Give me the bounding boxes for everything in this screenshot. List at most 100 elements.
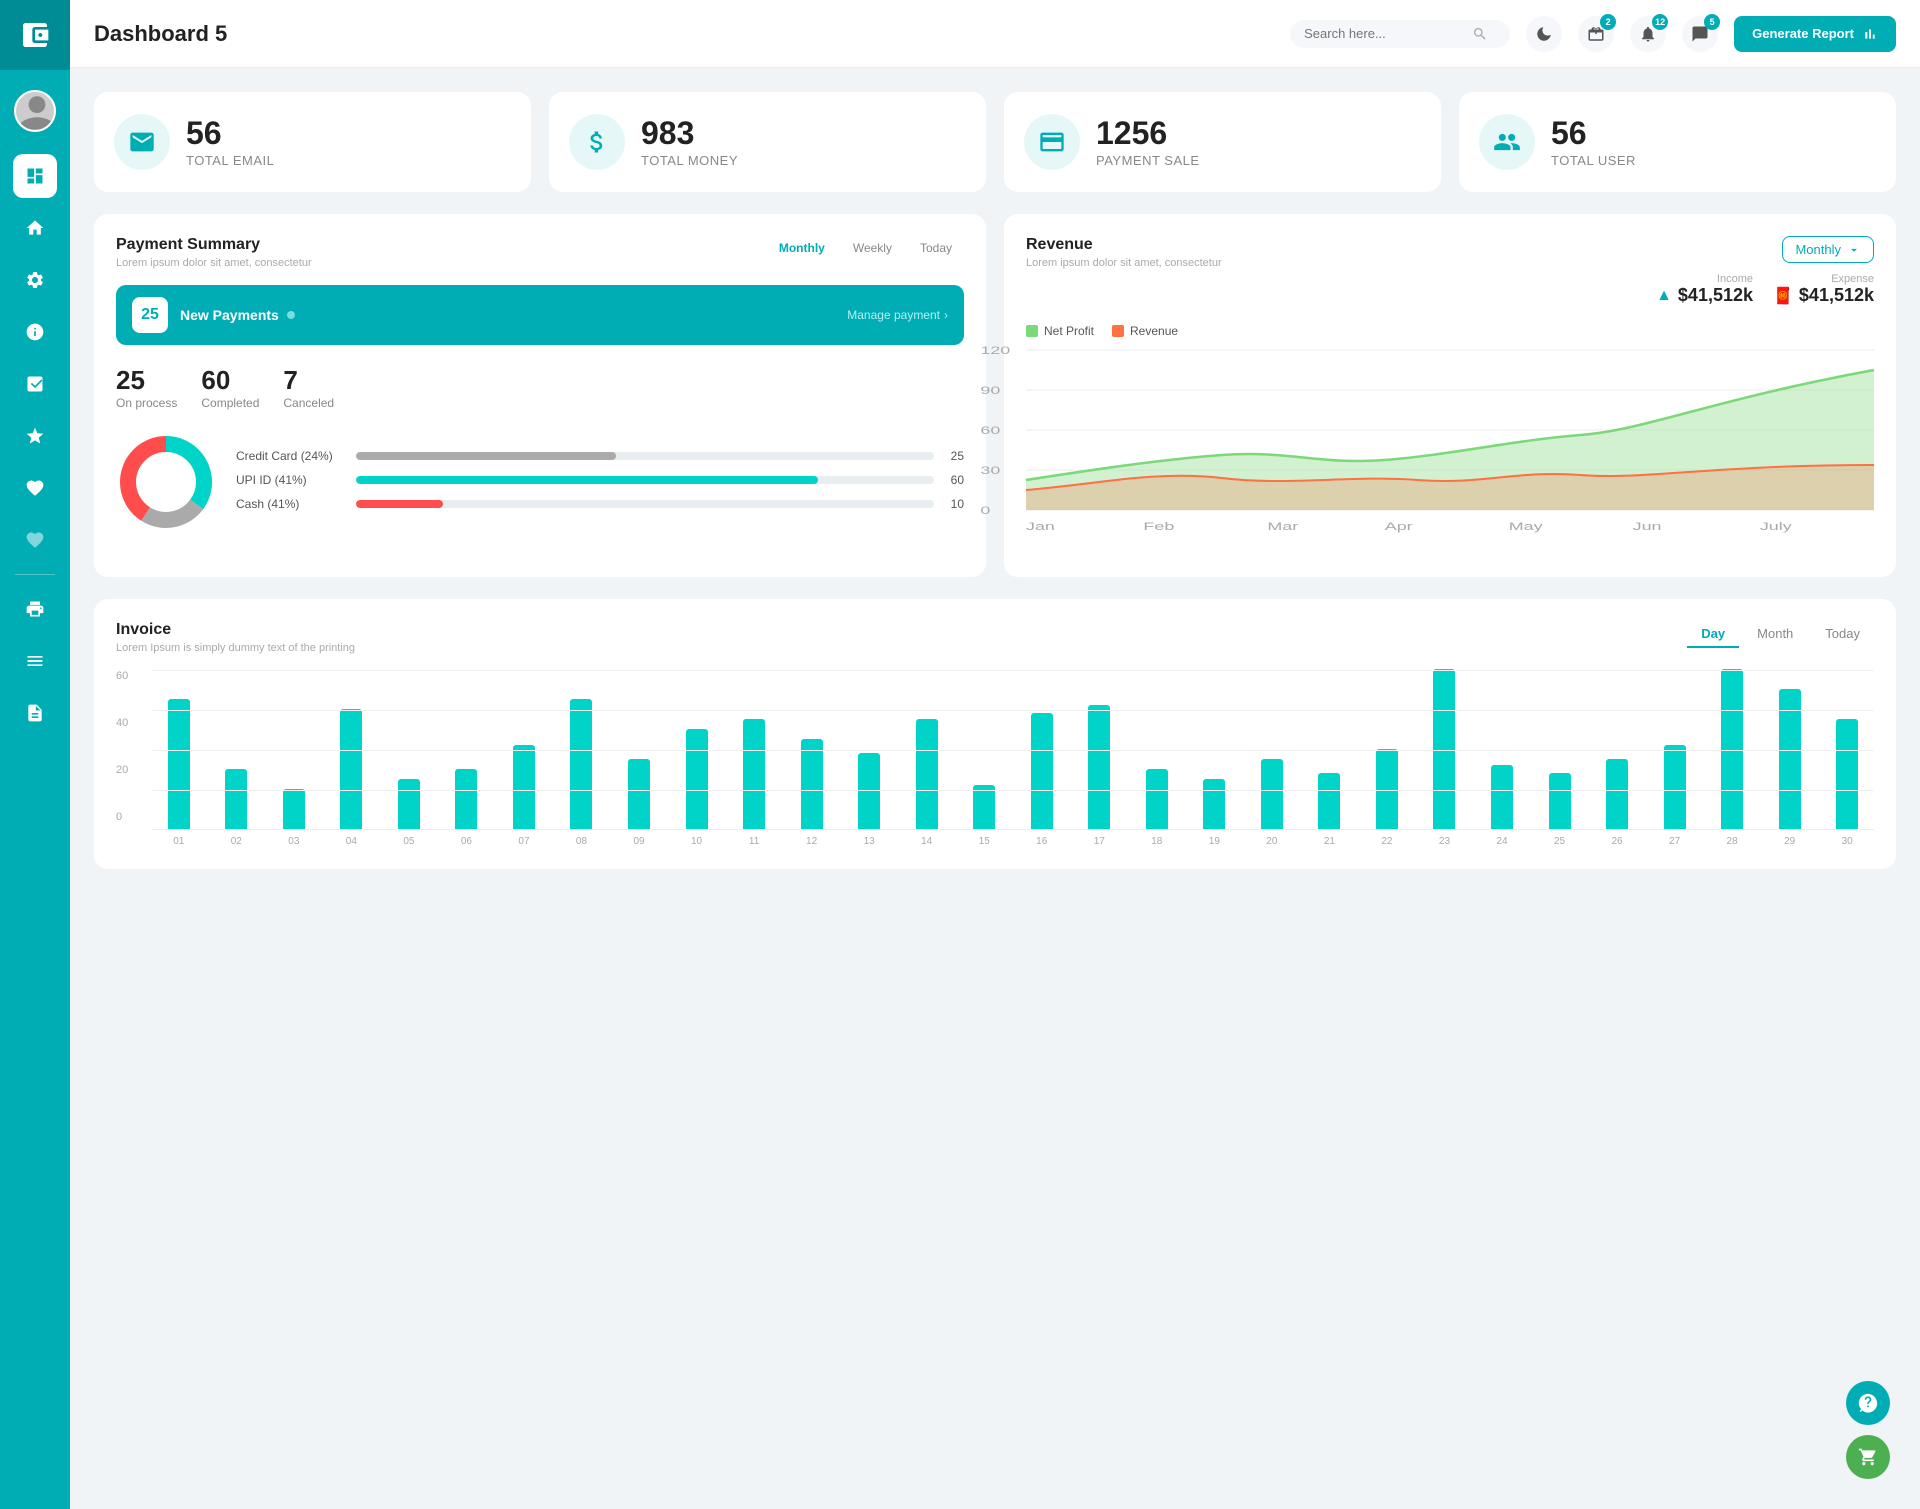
invoice-bar-chart	[152, 670, 1874, 830]
invoice-header: Invoice Lorem Ipsum is simply dummy text…	[116, 621, 1874, 654]
sidebar-item-list[interactable]	[13, 639, 57, 683]
stat-icon-user	[1479, 114, 1535, 170]
bar-xlabel-25: 25	[1533, 836, 1587, 847]
chat-badge: 5	[1704, 14, 1720, 30]
bar-fill-25	[1549, 773, 1571, 829]
bar-col-04	[325, 709, 379, 829]
yaxis-0: 0	[116, 811, 128, 823]
svg-text:90: 90	[980, 385, 1000, 397]
progress-bar-wrap-upi	[356, 476, 934, 484]
bar-col-13	[842, 753, 896, 829]
sidebar-item-analytics[interactable]	[13, 362, 57, 406]
bar-fill-16	[1031, 713, 1053, 829]
sidebar-item-info[interactable]	[13, 310, 57, 354]
sidebar-item-grid[interactable]	[13, 206, 57, 250]
stat-number-user: 56	[1551, 117, 1636, 149]
invoice-tab-month[interactable]: Month	[1743, 621, 1807, 648]
bar-fill-04	[340, 709, 362, 829]
chat-icon-btn[interactable]: 5	[1682, 16, 1718, 52]
invoice-tab-day[interactable]: Day	[1687, 621, 1739, 648]
bar-xlabel-05: 05	[382, 836, 436, 847]
legend-dot-profit	[1026, 325, 1038, 337]
payment-summary-card: Payment Summary Lorem ipsum dolor sit am…	[94, 214, 986, 577]
bar-xlabel-01: 01	[152, 836, 206, 847]
svg-text:60: 60	[980, 425, 1000, 437]
bar-xlabel-15: 15	[957, 836, 1011, 847]
search-input[interactable]	[1304, 26, 1464, 41]
svg-text:Apr: Apr	[1385, 521, 1413, 533]
sidebar-item-fav2[interactable]	[13, 518, 57, 562]
sidebar-item-fav1[interactable]	[13, 466, 57, 510]
revenue-title: Revenue	[1026, 236, 1222, 254]
progress-count-credit: 25	[944, 449, 964, 463]
payment-summary-title: Payment Summary	[116, 236, 312, 254]
bar-xlabel-02: 02	[210, 836, 264, 847]
bar-fill-01	[168, 699, 190, 829]
tab-monthly[interactable]: Monthly	[767, 236, 837, 260]
manage-payment-link[interactable]: Manage payment ›	[847, 308, 948, 322]
content-area: 56 TOTAL EMAIL 983 TOTAL MONEY 1256	[70, 68, 1920, 1509]
bar-col-11	[727, 719, 781, 829]
bar-xlabel-28: 28	[1705, 836, 1759, 847]
bar-col-10	[670, 729, 724, 829]
svg-text:120: 120	[980, 345, 1010, 357]
bar-col-07	[497, 745, 551, 829]
sidebar-item-dashboard[interactable]	[13, 154, 57, 198]
revenue-card: Revenue Lorem ipsum dolor sit amet, cons…	[1004, 214, 1896, 577]
svg-text:Mar: Mar	[1267, 521, 1298, 533]
sidebar-item-doc[interactable]	[13, 691, 57, 735]
bell-icon-btn[interactable]: 12	[1630, 16, 1666, 52]
bar-col-28	[1705, 669, 1759, 829]
bar-col-25	[1533, 773, 1587, 829]
stat-card-payment: 1256 PAYMENT SALE	[1004, 92, 1441, 192]
bar-xlabel-21: 21	[1303, 836, 1357, 847]
sidebar-item-settings[interactable]	[13, 258, 57, 302]
stat-number-payment: 1256	[1096, 117, 1200, 149]
stat-card-user: 56 TOTAL USER	[1459, 92, 1896, 192]
cart-float-btn[interactable]	[1846, 1435, 1890, 1479]
page-title: Dashboard 5	[94, 21, 1274, 47]
svg-text:Jun: Jun	[1633, 521, 1662, 533]
float-btns	[1846, 1381, 1890, 1479]
sidebar-item-star[interactable]	[13, 414, 57, 458]
gift-icon-btn[interactable]: 2	[1578, 16, 1614, 52]
invoice-tab-today[interactable]: Today	[1811, 621, 1874, 648]
bar-col-14	[900, 719, 954, 829]
stat-label-payment: PAYMENT SALE	[1096, 153, 1200, 168]
stat-number-email: 56	[186, 117, 274, 149]
bar-fill-09	[628, 759, 650, 829]
bar-col-09	[612, 759, 666, 829]
stat-label-money: TOTAL MONEY	[641, 153, 738, 168]
revenue-monthly-dropdown[interactable]: Monthly	[1782, 236, 1874, 263]
stat-icon-money	[569, 114, 625, 170]
new-payments-label: New Payments	[180, 307, 835, 323]
generate-report-button[interactable]: Generate Report	[1734, 16, 1896, 52]
invoice-title: Invoice	[116, 621, 355, 639]
dark-mode-toggle[interactable]	[1526, 16, 1562, 52]
progress-count-upi: 60	[944, 473, 964, 487]
progress-label-credit: Credit Card (24%)	[236, 449, 346, 463]
bar-fill-21	[1318, 773, 1340, 829]
main-content: Dashboard 5 2 12 5 Generate Report	[70, 0, 1920, 1509]
bar-fill-08	[570, 699, 592, 829]
revenue-stats: Income ▲ $41,512k Expense 🧧 $4	[1656, 273, 1874, 306]
progress-bar-wrap-credit	[356, 452, 934, 460]
bar-xlabel-03: 03	[267, 836, 321, 847]
bar-fill-17	[1088, 705, 1110, 829]
tab-weekly[interactable]: Weekly	[841, 236, 904, 260]
search-box[interactable]	[1290, 20, 1510, 48]
revenue-subtitle: Lorem ipsum dolor sit amet, consectetur	[1026, 257, 1222, 269]
bar-xlabel-22: 22	[1360, 836, 1414, 847]
bar-col-12	[785, 739, 839, 829]
avatar[interactable]	[14, 90, 56, 132]
yaxis-40: 40	[116, 717, 128, 729]
yaxis-60: 60	[116, 670, 128, 682]
bar-col-06	[440, 769, 494, 829]
chart-legend: Net Profit Revenue	[1026, 324, 1874, 338]
sidebar-item-print[interactable]	[13, 587, 57, 631]
bar-col-16	[1015, 713, 1069, 829]
bar-fill-03	[283, 789, 305, 829]
support-float-btn[interactable]	[1846, 1381, 1890, 1425]
bar-xlabel-06: 06	[440, 836, 494, 847]
tab-today[interactable]: Today	[908, 236, 964, 260]
